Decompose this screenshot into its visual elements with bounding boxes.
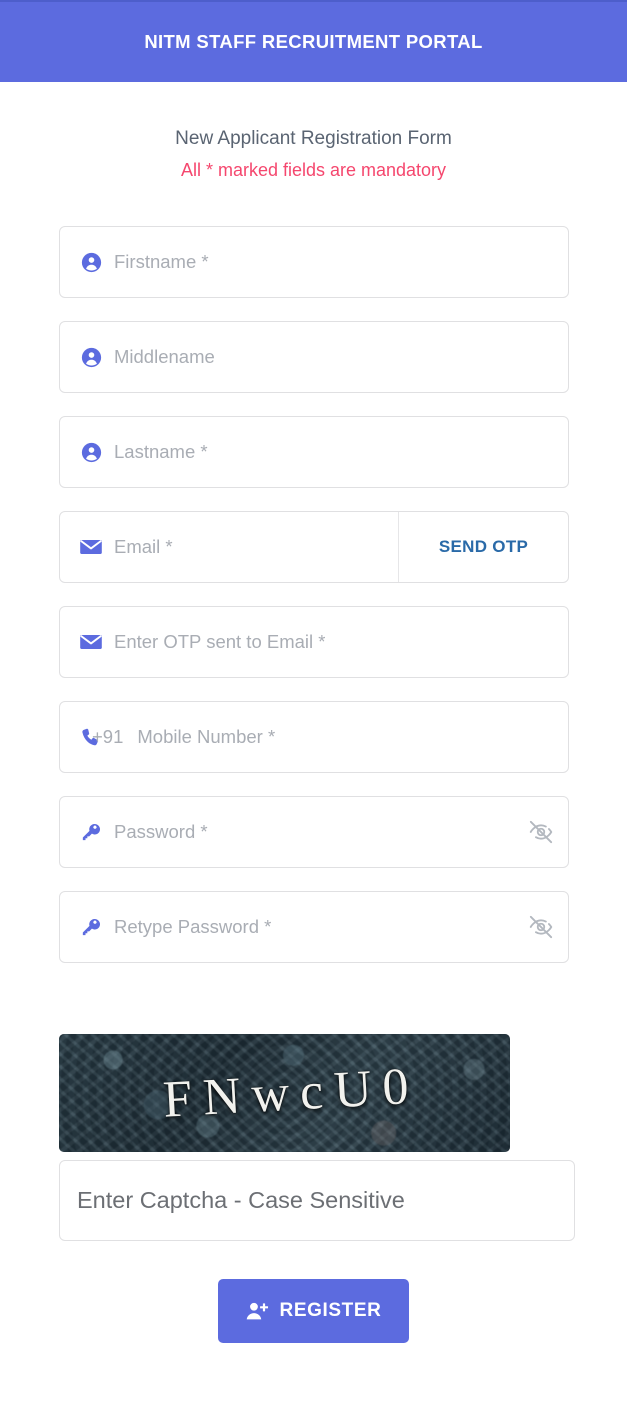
- field-lastname-placeholder: Lastname *: [114, 441, 208, 462]
- field-password-placeholder: Password *: [114, 821, 208, 842]
- mandatory-note: All * marked fields are mandatory: [180, 160, 447, 180]
- eye-off-icon[interactable]: [514, 892, 568, 962]
- field-password-inner[interactable]: Password *: [60, 797, 514, 867]
- field-retype-password-placeholder: Retype Password *: [114, 916, 272, 937]
- app-header: NITM STAFF RECRUITMENT PORTAL: [0, 0, 627, 82]
- person-icon: [80, 251, 102, 273]
- register-button-label: REGISTER: [279, 1300, 382, 1321]
- intro-block: New Applicant Registration Form All * ma…: [0, 124, 627, 186]
- field-email-inner[interactable]: Email *: [60, 512, 398, 582]
- captcha-image[interactable]: FNwcU0: [59, 1034, 510, 1152]
- envelope-icon: [80, 536, 102, 558]
- field-mobile-inner[interactable]: +91 Mobile Number *: [60, 702, 568, 772]
- field-otp-inner[interactable]: Enter OTP sent to Email *: [60, 607, 568, 677]
- country-code-prefix: +91: [92, 726, 124, 747]
- field-mobile[interactable]: +91 Mobile Number *: [59, 701, 569, 773]
- person-icon: [80, 441, 102, 463]
- field-otp[interactable]: Enter OTP sent to Email *: [59, 606, 569, 678]
- key-icon: [80, 821, 102, 843]
- send-otp-button[interactable]: SEND OTP: [399, 512, 568, 582]
- register-button[interactable]: REGISTER: [217, 1279, 410, 1343]
- captcha-block: FNwcU0 Enter Captcha - Case Sensitive: [0, 1034, 627, 1264]
- field-email[interactable]: Email * SEND OTP: [59, 511, 569, 583]
- field-mobile-placeholder: Mobile Number *: [137, 726, 276, 747]
- field-lastname[interactable]: Lastname *: [59, 416, 569, 488]
- field-retype-password[interactable]: Retype Password *: [59, 891, 569, 963]
- submit-row: REGISTER: [0, 1279, 627, 1343]
- registration-page: NITM STAFF RECRUITMENT PORTAL New Applic…: [0, 0, 627, 1410]
- person-add-icon: [246, 1301, 269, 1321]
- key-icon: [80, 916, 102, 938]
- field-middlename-placeholder: Middlename: [114, 346, 215, 367]
- field-email-placeholder: Email *: [114, 536, 173, 557]
- app-title: NITM STAFF RECRUITMENT PORTAL: [144, 31, 483, 52]
- captcha-input-placeholder: Enter Captcha - Case Sensitive: [77, 1187, 405, 1213]
- field-firstname-placeholder: Firstname *: [114, 251, 209, 272]
- field-middlename-inner[interactable]: Middlename: [60, 322, 568, 392]
- field-middlename[interactable]: Middlename: [59, 321, 569, 393]
- person-icon: [80, 346, 102, 368]
- envelope-icon: [80, 631, 102, 653]
- field-firstname-inner[interactable]: Firstname *: [60, 227, 568, 297]
- field-otp-placeholder: Enter OTP sent to Email *: [114, 631, 326, 652]
- field-lastname-inner[interactable]: Lastname *: [60, 417, 568, 487]
- captcha-input[interactable]: Enter Captcha - Case Sensitive: [59, 1160, 575, 1241]
- registration-form: Firstname * Middlename Lastname * Email …: [59, 226, 569, 986]
- field-retype-password-inner[interactable]: Retype Password *: [60, 892, 514, 962]
- page-title: New Applicant Registration Form: [175, 128, 452, 149]
- eye-off-icon[interactable]: [514, 797, 568, 867]
- field-password[interactable]: Password *: [59, 796, 569, 868]
- field-firstname[interactable]: Firstname *: [59, 226, 569, 298]
